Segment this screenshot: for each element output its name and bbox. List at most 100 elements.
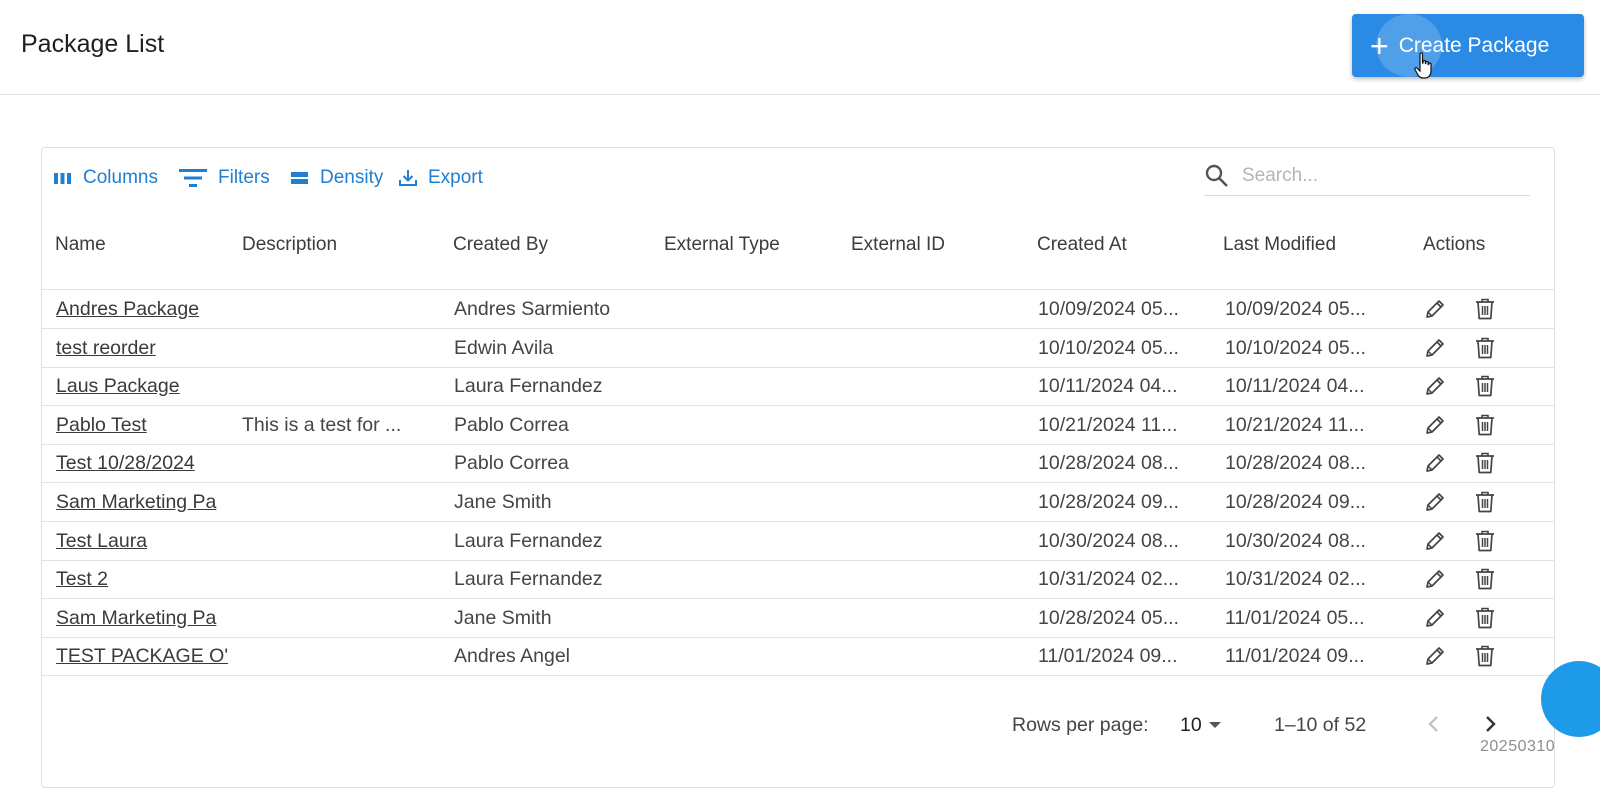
cell-created-at: 10/10/2024 05... [1038, 336, 1179, 359]
edit-row-button[interactable] [1423, 374, 1447, 398]
filters-label: Filters [218, 167, 270, 188]
edit-row-button[interactable] [1423, 297, 1447, 321]
caret-down-icon [1208, 722, 1221, 728]
cell-last-modified: 10/28/2024 08... [1225, 452, 1366, 475]
cell-last-modified: 10/28/2024 09... [1225, 491, 1366, 513]
cell-name-link[interactable]: Sam Marketing Pa [56, 607, 230, 630]
density-icon [291, 172, 308, 184]
column-header-external-id[interactable]: External ID [851, 234, 945, 256]
download-icon [399, 170, 417, 186]
delete-row-button[interactable] [1473, 606, 1497, 630]
column-header-name[interactable]: Name [55, 234, 106, 256]
cell-created-at: 10/09/2024 05... [1038, 298, 1179, 320]
cell-created-by: Pablo Correa [454, 452, 569, 475]
table-row: test reorder Edwin Avila 10/10/2024 05... 1… [42, 329, 1554, 368]
pencil-icon [1426, 570, 1444, 589]
pencil-icon [1426, 454, 1444, 473]
trash-icon [1476, 607, 1494, 629]
filters-button[interactable]: Filters [178, 166, 270, 190]
cell-created-at: 10/28/2024 08... [1038, 452, 1179, 475]
cell-name-link[interactable]: Sam Marketing Pa [56, 491, 230, 514]
edit-row-button[interactable] [1423, 490, 1447, 514]
column-header-external-type[interactable]: External Type [664, 234, 780, 256]
cell-name-link[interactable]: TEST PACKAGE O' [56, 645, 230, 668]
delete-row-button[interactable] [1473, 644, 1497, 668]
columns-button[interactable]: Columns [53, 166, 158, 190]
table-row: Laus Package Laura Fernandez 10/11/2024 04… [42, 367, 1554, 407]
density-button[interactable]: Density [290, 166, 383, 190]
cell-name-link[interactable]: test reorder [56, 337, 230, 360]
cell-last-modified: 10/31/2024 02... [1225, 568, 1366, 591]
pencil-icon [1426, 608, 1444, 627]
cell-created-by: Laura Fernandez [454, 375, 603, 398]
export-label: Export [428, 167, 483, 188]
column-header-created-by[interactable]: Created By [453, 234, 548, 256]
column-header-created-at[interactable]: Created At [1037, 234, 1127, 256]
delete-row-button[interactable] [1473, 336, 1497, 360]
trash-icon [1476, 491, 1494, 513]
column-header-description[interactable]: Description [242, 234, 337, 256]
table-row: Pablo Test This is a test for ... Pablo Co… [42, 406, 1554, 445]
rows-per-page-select[interactable]: 10 [1180, 712, 1224, 738]
cell-created-at: 10/11/2024 04... [1038, 375, 1178, 398]
pencil-icon [1426, 338, 1444, 357]
pagination-range: 1–10 of 52 [1274, 714, 1367, 736]
page-title: Package List [21, 30, 165, 58]
filter-icon [179, 169, 207, 187]
hand-cursor-icon [1414, 52, 1432, 79]
cell-last-modified: 10/21/2024 11... [1225, 413, 1365, 436]
create-package-button[interactable]: + Create Package [1352, 14, 1584, 79]
trash-icon [1476, 568, 1494, 590]
column-header-last-modified[interactable]: Last Modified [1223, 234, 1336, 256]
cell-created-by: Jane Smith [454, 491, 552, 513]
pencil-icon [1426, 377, 1444, 396]
delete-row-button[interactable] [1473, 297, 1497, 321]
rows-per-page-value: 10 [1180, 713, 1202, 736]
column-header-actions: Actions [1423, 234, 1486, 255]
cell-name-link[interactable]: Pablo Test [56, 414, 230, 437]
cell-name-link[interactable]: Test 2 [56, 568, 230, 591]
previous-page-button[interactable] [1418, 709, 1448, 739]
cell-last-modified: 10/30/2024 08... [1225, 529, 1366, 552]
pencil-icon [1426, 647, 1444, 666]
export-button[interactable]: Export [398, 166, 483, 190]
table-row: Sam Marketing Pa Jane Smith 10/28/2024 05.… [42, 599, 1554, 638]
edit-row-button[interactable] [1423, 451, 1447, 475]
table-row: Test Laura Laura Fernandez 10/30/2024 08..… [42, 522, 1554, 561]
trash-icon [1476, 414, 1494, 436]
watermark-text: 20250310 [1480, 738, 1556, 755]
delete-row-button[interactable] [1473, 529, 1497, 553]
search-box [1204, 156, 1530, 196]
cell-name-link[interactable]: Andres Package [56, 298, 230, 321]
cell-created-at: 10/28/2024 05... [1038, 606, 1179, 629]
edit-row-button[interactable] [1423, 606, 1447, 630]
delete-row-button[interactable] [1473, 413, 1497, 437]
pencil-icon [1426, 415, 1444, 434]
edit-row-button[interactable] [1423, 413, 1447, 437]
delete-row-button[interactable] [1473, 451, 1497, 475]
density-label: Density [320, 167, 384, 188]
cell-name-link[interactable]: Test 10/28/2024 [56, 452, 230, 475]
pencil-icon [1426, 300, 1444, 318]
search-input[interactable] [1240, 163, 1514, 188]
trash-icon [1476, 337, 1494, 358]
cell-created-at: 10/21/2024 11... [1038, 413, 1178, 436]
cell-created-at: 11/01/2024 09... [1038, 645, 1178, 668]
delete-row-button[interactable] [1473, 490, 1497, 514]
cell-created-by: Andres Angel [454, 645, 571, 668]
table-row: Test 10/28/2024 Pablo Correa 10/28/2024 08… [42, 444, 1554, 484]
cell-name-link[interactable]: Test Laura [56, 530, 230, 553]
cell-created-by: Edwin Avila [454, 336, 554, 359]
cell-created-at: 10/30/2024 08... [1038, 529, 1179, 552]
cell-last-modified: 11/01/2024 05... [1225, 606, 1365, 629]
cell-name-link[interactable]: Laus Package [56, 375, 230, 398]
search-icon [1205, 164, 1228, 187]
edit-row-button[interactable] [1423, 567, 1447, 591]
delete-row-button[interactable] [1473, 567, 1497, 591]
edit-row-button[interactable] [1423, 644, 1447, 668]
edit-row-button[interactable] [1423, 529, 1447, 553]
edit-row-button[interactable] [1423, 336, 1447, 360]
next-page-button[interactable] [1476, 709, 1506, 739]
cell-created-at: 10/31/2024 02... [1038, 568, 1179, 591]
delete-row-button[interactable] [1473, 374, 1497, 398]
